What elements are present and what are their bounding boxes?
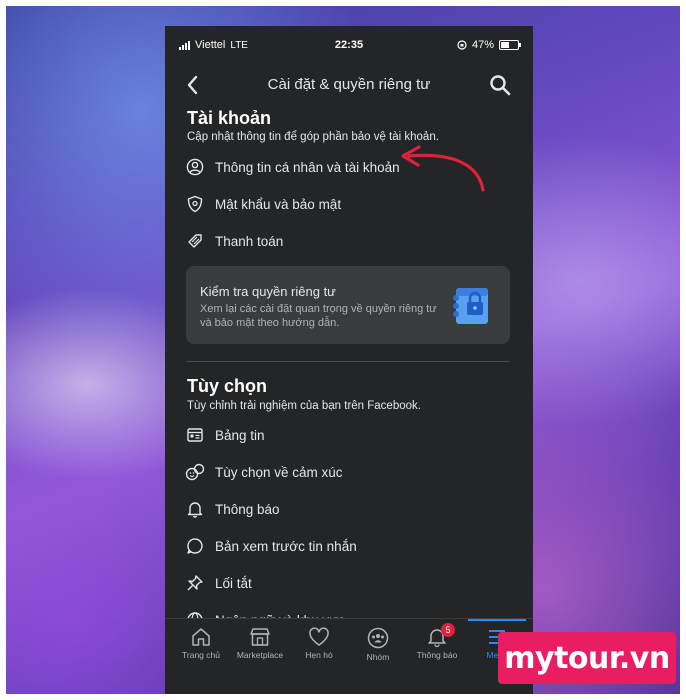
mytour-watermark: mytour.vn bbox=[498, 632, 676, 684]
pref-item-label: Bảng tin bbox=[215, 427, 265, 443]
pref-item-label: Tùy chọn về cảm xúc bbox=[215, 464, 343, 480]
tab-notifications[interactable]: 5 Thông báo bbox=[407, 623, 467, 660]
dating-heart-icon bbox=[309, 627, 329, 646]
pref-item-news-feed[interactable]: Bảng tin bbox=[185, 420, 265, 450]
tab-dating[interactable]: Hẹn hò bbox=[289, 627, 349, 660]
annotation-arrow-icon bbox=[401, 145, 485, 192]
account-section-title: Tài khoản bbox=[187, 108, 272, 128]
pref-item-message-preview[interactable]: Bản xem trước tin nhắn bbox=[185, 531, 357, 561]
active-tab-indicator bbox=[468, 619, 526, 621]
pref-item-label: Bản xem trước tin nhắn bbox=[215, 538, 357, 554]
phone-screen: Viettel LTE 22:35 47% Cài đặt & quyền ri… bbox=[165, 26, 533, 694]
tab-home[interactable]: Trang chủ bbox=[171, 627, 231, 660]
pref-item-shortcuts[interactable]: Lối tắt bbox=[185, 568, 252, 598]
pref-item-label: Thông báo bbox=[215, 501, 280, 517]
account-item-label: Thông tin cá nhân và tài khoản bbox=[215, 159, 400, 175]
tab-label: Thông báo bbox=[416, 650, 458, 660]
account-item-payments[interactable]: Thanh toán bbox=[185, 226, 283, 256]
privacy-checkup-title: Kiểm tra quyền riêng tư bbox=[200, 284, 336, 299]
groups-icon bbox=[367, 627, 389, 649]
search-icon[interactable] bbox=[489, 74, 511, 96]
preferences-section-subtitle: Tùy chỉnh trải nghiệm của bạn trên Faceb… bbox=[187, 400, 421, 412]
person-circle-icon bbox=[185, 157, 205, 177]
bell-icon bbox=[185, 499, 205, 519]
home-icon bbox=[192, 628, 210, 646]
tab-groups[interactable]: Nhóm bbox=[348, 627, 408, 662]
pref-item-notifications[interactable]: Thông báo bbox=[185, 494, 280, 524]
news-feed-icon bbox=[185, 425, 205, 445]
account-item-password-security[interactable]: Mật khẩu và bảo mật bbox=[185, 189, 341, 219]
pref-item-reactions[interactable]: Tùy chọn về cảm xúc bbox=[185, 457, 343, 487]
preferences-section-title: Tùy chọn bbox=[187, 376, 267, 396]
shield-icon bbox=[185, 194, 205, 214]
account-item-label: Mật khẩu và bảo mật bbox=[215, 196, 342, 212]
tab-label: Hẹn hò bbox=[305, 650, 333, 660]
tab-marketplace[interactable]: Marketplace bbox=[230, 627, 290, 660]
notification-badge: 5 bbox=[441, 623, 455, 637]
pref-item-label: Lối tắt bbox=[215, 575, 252, 591]
privacy-lock-icon bbox=[453, 288, 488, 324]
tab-label: Marketplace bbox=[236, 650, 284, 660]
marketplace-icon bbox=[250, 628, 270, 646]
pin-icon bbox=[185, 573, 205, 593]
tab-label: Trang chủ bbox=[182, 650, 220, 660]
privacy-checkup-card[interactable]: Kiểm tra quyền riêng tư Xem lại các cài … bbox=[186, 266, 510, 344]
message-preview-icon bbox=[185, 536, 205, 556]
status-right: 47% bbox=[457, 39, 521, 51]
header: Cài đặt & quyền riêng tư bbox=[165, 62, 533, 106]
account-item-label: Thanh toán bbox=[215, 233, 284, 249]
orientation-lock-icon bbox=[457, 40, 467, 50]
account-item-personal-info[interactable]: Thông tin cá nhân và tài khoản bbox=[185, 152, 400, 182]
tab-label: Nhóm bbox=[366, 652, 390, 662]
status-bar: Viettel LTE 22:35 47% bbox=[165, 26, 533, 62]
tag-icon bbox=[185, 231, 205, 251]
battery-percent: 47% bbox=[471, 39, 494, 51]
reactions-icon bbox=[185, 462, 205, 482]
battery-icon bbox=[499, 40, 521, 50]
section-divider bbox=[186, 361, 510, 362]
bottom-tab-bar: Trang chủ Marketplace Hẹn hò Nhóm 5 Thôn… bbox=[165, 618, 533, 694]
page-title: Cài đặt & quyền riêng tư bbox=[267, 76, 431, 93]
privacy-checkup-description: Xem lại các cài đặt quan trọng về quyền … bbox=[200, 303, 437, 329]
